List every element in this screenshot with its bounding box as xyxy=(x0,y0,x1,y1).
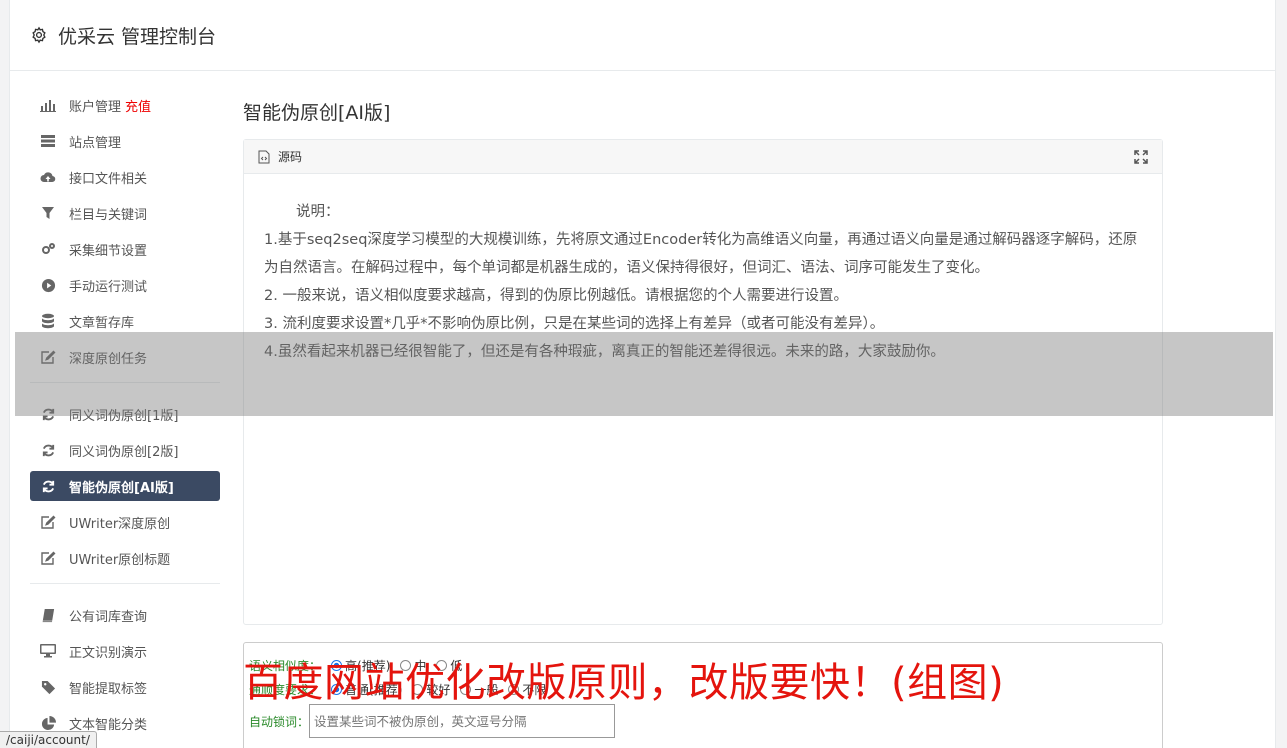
fullscreen-icon[interactable] xyxy=(1134,149,1148,164)
sidebar-item[interactable]: 栏目与关键词 xyxy=(30,198,220,228)
sidebar-item-label: 手动运行测试 xyxy=(69,279,148,295)
sidebar-item-label: 同义词伪原创[2版] xyxy=(69,444,179,460)
refresh-icon xyxy=(40,478,56,494)
desktop-icon xyxy=(40,643,56,659)
recharge-link[interactable]: 充值 xyxy=(125,96,151,115)
header: 优采云 管理控制台 xyxy=(10,0,1275,71)
sidebar-item[interactable]: 站点管理 xyxy=(30,126,220,156)
sidebar-item[interactable]: 智能提取标签 xyxy=(30,672,220,702)
sidebar-item-label: 栏目与关键词 xyxy=(69,207,148,223)
description-line: 2. 一般来说，语义相似度要求越高，得到的伪原比例越低。请根据您的个人需要进行设… xyxy=(264,288,848,304)
watermark-text: 百度网站优化改版原则，改版要快！(组图) xyxy=(243,660,1005,706)
sidebar-item[interactable]: 智能伪原创[AI版] xyxy=(30,471,220,501)
sidebar-item-label: 文本智能分类 xyxy=(69,717,148,733)
panel-header: 源码 xyxy=(244,140,1162,174)
section-title: 智能伪原创[AI版] xyxy=(243,102,391,124)
gray-overlay xyxy=(15,332,1273,416)
divider xyxy=(30,583,220,584)
lock-words-input[interactable] xyxy=(309,704,616,738)
pie-chart-icon xyxy=(40,715,56,731)
panel-title: 源码 xyxy=(278,150,303,164)
intro-label: 说明： xyxy=(296,204,340,220)
filter-icon xyxy=(40,205,56,221)
edit-icon xyxy=(40,514,56,530)
play-icon xyxy=(40,277,56,293)
book-icon xyxy=(40,607,56,623)
sidebar-item[interactable]: 手动运行测试 xyxy=(30,270,220,300)
sidebar-item[interactable]: 同义词伪原创[2版] xyxy=(30,435,220,465)
sidebar-item[interactable]: 采集细节设置 xyxy=(30,234,220,264)
database-icon xyxy=(40,313,56,329)
sidebar-item[interactable]: 正文识别演示 xyxy=(30,636,220,666)
description-line: 1.基于seq2seq深度学习模型的大规模训练，先将原文通过Encoder转化为… xyxy=(264,232,1138,276)
bar-chart-icon xyxy=(40,97,56,113)
sidebar-item-label: 智能提取标签 xyxy=(69,681,148,697)
sidebar-item[interactable]: 公有词库查询 xyxy=(30,600,220,630)
sidebar-item-label: 正文识别演示 xyxy=(69,645,148,661)
sidebar-item-label: 接口文件相关 xyxy=(69,171,148,187)
document-code-icon xyxy=(258,150,270,163)
gears-icon xyxy=(40,241,56,257)
lock-words-label: 自动锁词： xyxy=(249,714,310,729)
sidebar-item[interactable]: 接口文件相关 xyxy=(30,162,220,192)
sidebar-item-label: 公有词库查询 xyxy=(69,609,148,625)
sidebar: 账户管理 充值 站点管理 接口文件相关 栏目与关键词 采集细节设置 手动运行测试 文章暂存库深… xyxy=(30,90,220,744)
status-bar-url: /caiji/account/ xyxy=(0,731,97,748)
refresh-icon xyxy=(40,442,56,458)
gear-icon xyxy=(32,26,46,44)
sidebar-item[interactable]: UWriter深度原创 xyxy=(30,507,220,537)
sidebar-item[interactable]: UWriter原创标题 xyxy=(30,543,220,573)
server-icon xyxy=(40,133,56,149)
sidebar-item-label: 账户管理 xyxy=(69,99,122,115)
page-title: 优采云 管理控制台 xyxy=(58,25,217,48)
sidebar-item[interactable]: 账户管理 充值 xyxy=(30,90,220,120)
sidebar-item-label: 智能伪原创[AI版] xyxy=(69,480,174,496)
tag-icon xyxy=(40,679,56,695)
sidebar-item-label: UWriter原创标题 xyxy=(69,552,171,568)
sidebar-item-label: 采集细节设置 xyxy=(69,243,148,259)
sidebar-item-label: 站点管理 xyxy=(69,135,122,151)
edit-icon xyxy=(40,550,56,566)
cloud-upload-icon xyxy=(40,169,56,185)
sidebar-item-label: UWriter深度原创 xyxy=(69,516,171,532)
sidebar-item-label: 文章暂存库 xyxy=(69,315,135,331)
